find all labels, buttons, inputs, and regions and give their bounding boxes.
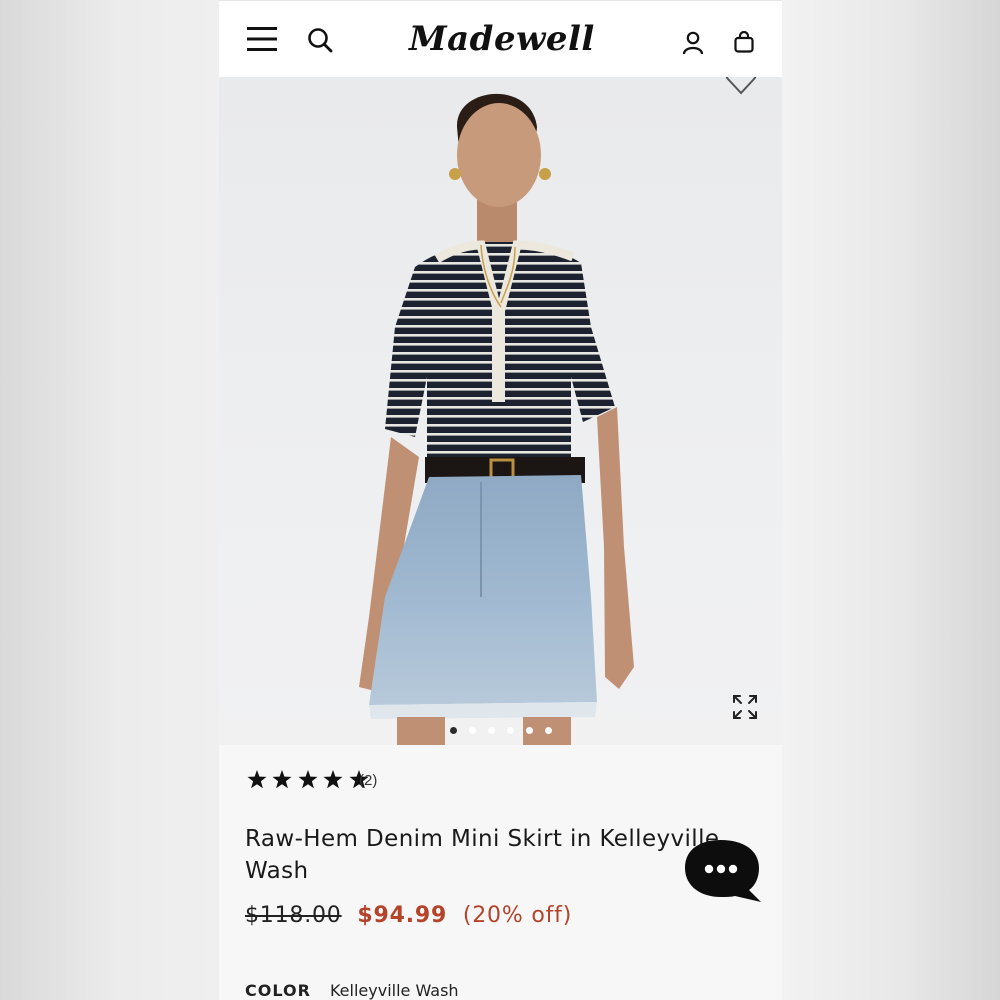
model-illustration xyxy=(359,93,634,745)
carousel-dot[interactable] xyxy=(449,727,457,734)
brand-logo[interactable]: Madewell xyxy=(409,13,594,65)
site-header: Madewell xyxy=(219,0,782,77)
review-count[interactable]: (2) xyxy=(359,772,377,789)
price-row: $118.00 $94.99 (20% off) xyxy=(245,903,572,928)
account-icon[interactable] xyxy=(682,31,704,60)
rating-stars[interactable] xyxy=(247,770,370,790)
carousel-dot[interactable] xyxy=(544,727,552,734)
chat-bubble-icon[interactable] xyxy=(685,838,765,906)
color-label: COLOR xyxy=(245,981,311,1000)
color-value: Kelleyville Wash xyxy=(329,981,459,1000)
expand-icon[interactable] xyxy=(732,694,758,725)
discount-label: (20% off) xyxy=(462,903,573,928)
wishlist-heart-icon[interactable] xyxy=(724,77,758,102)
carousel-dot[interactable] xyxy=(525,727,533,734)
menu-icon[interactable] xyxy=(247,26,277,57)
phone-screen: Madewell (2) Raw-Hem Denim Mini Skirt in… xyxy=(219,0,782,1000)
star-icon xyxy=(272,770,292,789)
star-icon xyxy=(323,770,343,789)
bag-icon[interactable] xyxy=(734,30,754,58)
carousel-dot[interactable] xyxy=(487,727,495,734)
sale-price: $94.99 xyxy=(357,903,448,928)
star-icon xyxy=(298,770,318,789)
carousel-dot[interactable] xyxy=(506,727,514,734)
color-row: COLOR Kelleyville Wash xyxy=(245,981,459,1000)
original-price: $118.00 xyxy=(245,903,342,928)
product-image[interactable] xyxy=(219,77,782,745)
carousel-dot[interactable] xyxy=(468,727,476,734)
carousel-dots xyxy=(219,727,782,739)
star-icon xyxy=(247,770,267,789)
search-icon[interactable] xyxy=(307,27,333,58)
